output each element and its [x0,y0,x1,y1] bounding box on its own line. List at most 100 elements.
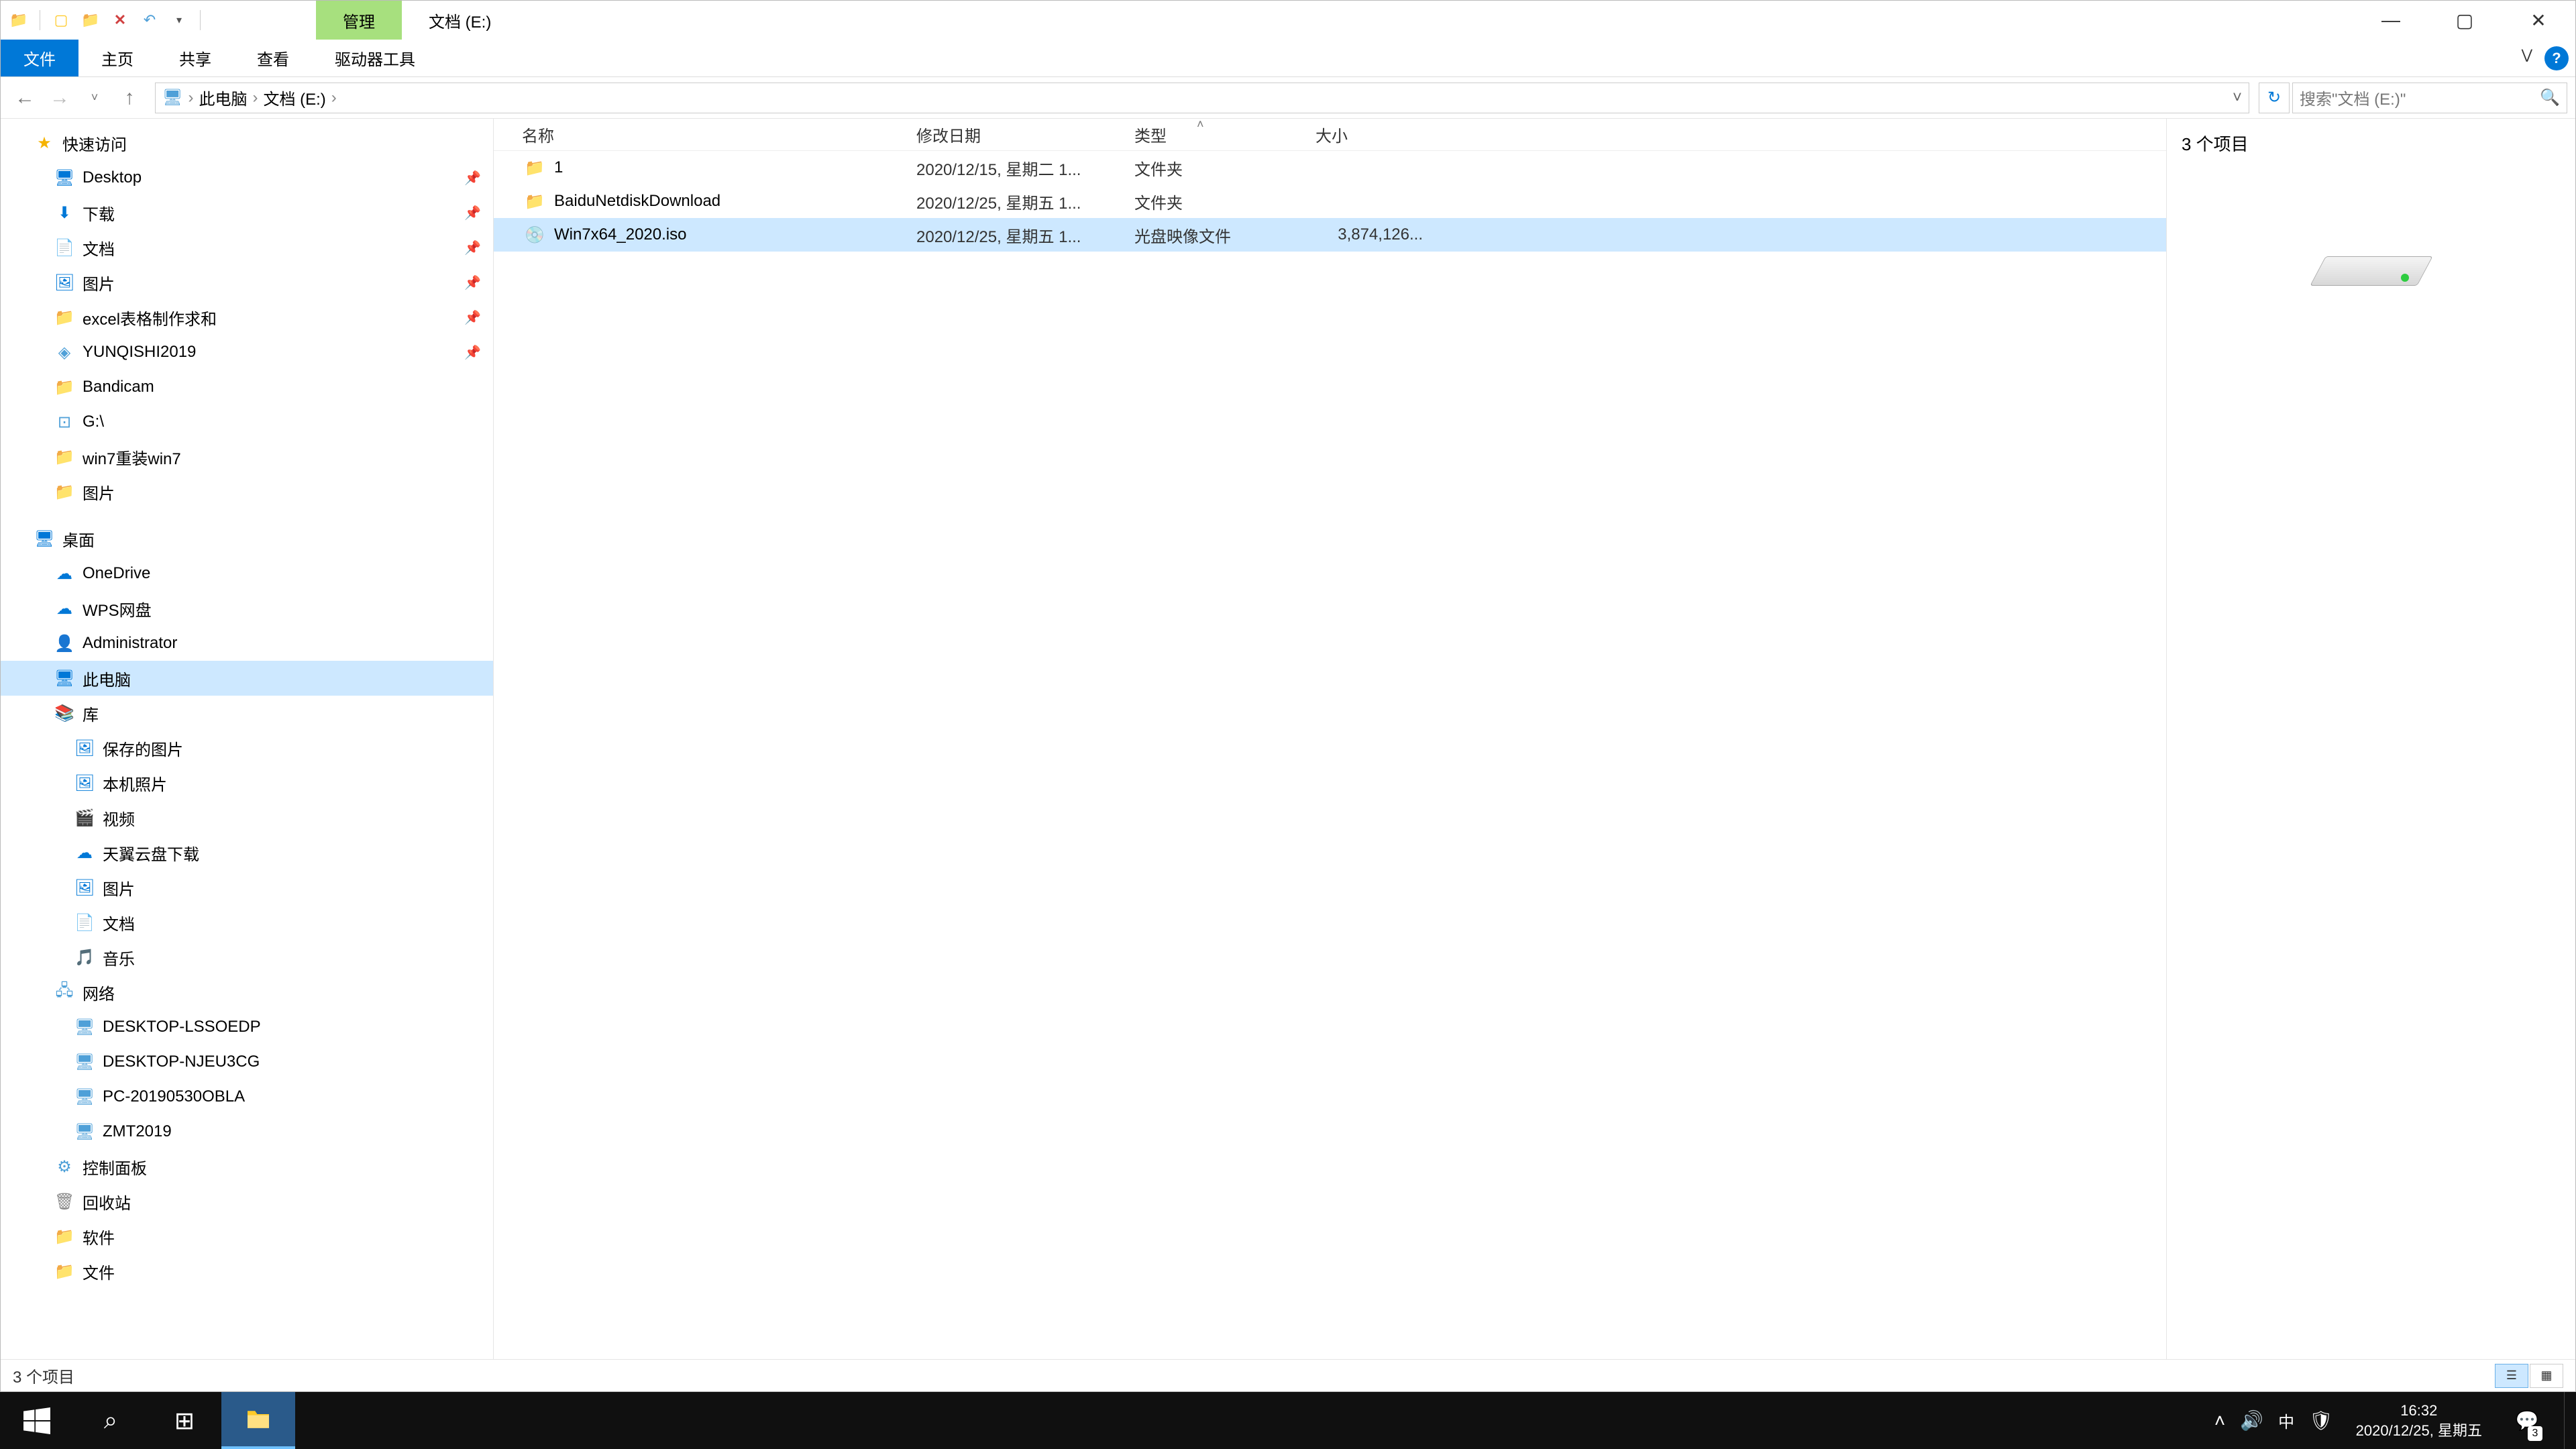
delete-icon[interactable]: ✕ [107,7,133,33]
tree-item-win7reinstall[interactable]: 📁win7重装win7 [1,439,493,474]
windows-logo-icon [23,1407,50,1434]
disc-icon: 💿 [522,225,547,245]
pin-icon: 📌 [464,274,481,291]
clock-date: 2020/12/25, 星期五 [2356,1421,2482,1441]
minimize-button[interactable]: — [2354,1,2428,40]
forward-button[interactable]: → [44,82,76,114]
crumb-this-pc[interactable]: 此电脑 [199,86,247,109]
action-center-button[interactable]: 💬 3 [2505,1392,2549,1449]
search-icon[interactable]: 🔍 [2540,88,2560,107]
tree-item-gdrive[interactable]: ⊡G:\ [1,405,493,439]
icons-view-button[interactable]: ▦ [2530,1364,2563,1388]
cloud-icon: ☁ [54,564,74,584]
ribbon-tab-file[interactable]: 文件 [1,40,78,76]
tree-item-net-pc-4[interactable]: 🖥ZMT2019 [1,1114,493,1149]
pictures-icon: 🖼 [74,739,95,758]
crumb-drive[interactable]: 文档 (E:) [263,86,325,109]
refresh-button[interactable]: ↻ [2259,83,2290,113]
up-button[interactable]: ↑ [113,82,146,114]
ribbon-tab-home[interactable]: 主页 [78,40,156,76]
tree-item-onedrive[interactable]: ☁OneDrive [1,556,493,591]
tree-quick-access[interactable]: ★ 快速访问 [1,125,493,160]
tree-item-downloads[interactable]: ⬇下载📌 [1,195,493,230]
recent-dropdown-icon[interactable]: ˅ [78,82,111,114]
tree-item-wps[interactable]: ☁WPS网盘 [1,591,493,626]
tree-item-net-pc-3[interactable]: 🖥PC-20190530OBLA [1,1079,493,1114]
undo-icon[interactable]: ↶ [137,7,162,33]
tree-item-lib-music[interactable]: 🎵音乐 [1,940,493,975]
new-folder-icon[interactable]: 📁 [78,7,103,33]
tree-item-libraries[interactable]: 📚库 [1,696,493,731]
start-button[interactable] [0,1392,74,1449]
tree-item-camera-roll[interactable]: 🖼本机照片 [1,765,493,800]
help-icon[interactable]: ? [2544,46,2569,70]
search-box[interactable]: 搜索"文档 (E:)" 🔍 [2292,83,2567,113]
volume-icon[interactable]: 🔊 [2240,1409,2263,1432]
file-pane: ˄ 名称 修改日期 类型 大小 📁 1 2020/12/15, 星期二 1...… [494,119,2575,1359]
tree-item-control-panel[interactable]: ⚙控制面板 [1,1149,493,1184]
taskbar-explorer[interactable] [221,1392,295,1449]
tree-item-this-pc[interactable]: 🖥此电脑 [1,661,493,696]
tree-item-yunqishi[interactable]: ◈YUNQISHI2019📌 [1,335,493,370]
cloud-icon: ☁ [54,599,74,619]
pc-icon: 🖥 [74,1018,95,1037]
tree-item-lib-documents[interactable]: 📄文档 [1,905,493,940]
body: ★ 快速访问 🖥Desktop📌 ⬇下载📌 📄文档📌 🖼图片📌 📁excel表格… [1,119,2575,1359]
tree-item-net-pc-1[interactable]: 🖥DESKTOP-LSSOEDP [1,1010,493,1044]
details-view-button[interactable]: ☰ [2495,1364,2528,1388]
col-size[interactable]: 大小 [1316,123,1423,146]
tree-item-excel[interactable]: 📁excel表格制作求和📌 [1,300,493,335]
tree-label: 保存的图片 [103,737,183,760]
col-date[interactable]: 修改日期 [916,123,1134,146]
col-type[interactable]: 类型 [1134,123,1316,146]
tree-item-network[interactable]: 🖧网络 [1,975,493,1010]
show-desktop-button[interactable] [2564,1392,2573,1449]
folder-icon: 📁 [54,1262,74,1281]
tree-desktop-root[interactable]: 🖥桌面 [1,521,493,556]
tree-item-desktop[interactable]: 🖥Desktop📌 [1,160,493,195]
clock-time: 16:32 [2356,1401,2482,1421]
ribbon-tab-drive-tools[interactable]: 驱动器工具 [312,40,438,76]
tree-item-ecloud[interactable]: ☁天翼云盘下载 [1,835,493,870]
crumb-sep-2: › [331,89,337,107]
back-button[interactable]: ← [9,82,41,114]
tree-item-bandicam[interactable]: 📁Bandicam [1,370,493,405]
file-list[interactable]: ˄ 名称 修改日期 类型 大小 📁 1 2020/12/15, 星期二 1...… [494,119,2166,1359]
tree-item-documents[interactable]: 📄文档📌 [1,230,493,265]
tray-chevron-icon[interactable]: ˄ [2214,1410,2225,1432]
tree-item-net-pc-2[interactable]: 🖥DESKTOP-NJEU3CG [1,1044,493,1079]
ribbon-expand-icon[interactable]: ⋁ [2522,46,2532,70]
clock[interactable]: 16:32 2020/12/25, 星期五 [2348,1401,2490,1440]
file-row[interactable]: 📁 1 2020/12/15, 星期二 1... 文件夹 [494,151,2166,184]
properties-icon[interactable]: ▢ [48,7,74,33]
tree-item-pictures-2[interactable]: 📁图片 [1,474,493,509]
address-bar[interactable]: 🖥 › 此电脑 › 文档 (E:) › ˅ [155,83,2249,113]
security-icon[interactable]: 🛡 [2309,1409,2333,1432]
maximize-button[interactable]: ▢ [2428,1,2502,40]
search-button[interactable]: ⌕ [74,1392,148,1449]
close-button[interactable]: ✕ [2502,1,2575,40]
tree-item-software[interactable]: 📁软件 [1,1219,493,1254]
ribbon-tab-view[interactable]: 查看 [234,40,312,76]
nav-tree[interactable]: ★ 快速访问 🖥Desktop📌 ⬇下载📌 📄文档📌 🖼图片📌 📁excel表格… [1,119,494,1359]
address-dropdown-icon[interactable]: ˅ [2233,89,2242,107]
tree-item-admin[interactable]: 👤Administrator [1,626,493,661]
tree-item-saved-pictures[interactable]: 🖼 保存的图片 [1,731,493,765]
ime-indicator[interactable]: 中 [2278,1409,2294,1432]
tree-label: 快速访问 [62,131,127,155]
tree-item-files[interactable]: 📁文件 [1,1254,493,1289]
tree-item-recycle-bin[interactable]: 🗑回收站 [1,1184,493,1219]
task-view-button[interactable]: ⊞ [148,1392,221,1449]
tree-item-videos[interactable]: 🎬视频 [1,800,493,835]
tree-item-pictures[interactable]: 🖼图片📌 [1,265,493,300]
tree-item-lib-pictures[interactable]: 🖼图片 [1,870,493,905]
tree-label: 图片 [83,480,115,504]
pc-icon: 🖥 [74,1053,95,1072]
ribbon-tab-share[interactable]: 共享 [156,40,234,76]
tree-label: 下载 [83,201,115,225]
col-name[interactable]: 名称 [522,123,916,146]
quick-access-toolbar: 📁 ▢ 📁 ✕ ↶ ▾ [1,7,205,33]
file-row[interactable]: 📁 BaiduNetdiskDownload 2020/12/25, 星期五 1… [494,184,2166,218]
file-row[interactable]: 💿 Win7x64_2020.iso 2020/12/25, 星期五 1... … [494,218,2166,252]
qat-dropdown-icon[interactable]: ▾ [166,7,192,33]
